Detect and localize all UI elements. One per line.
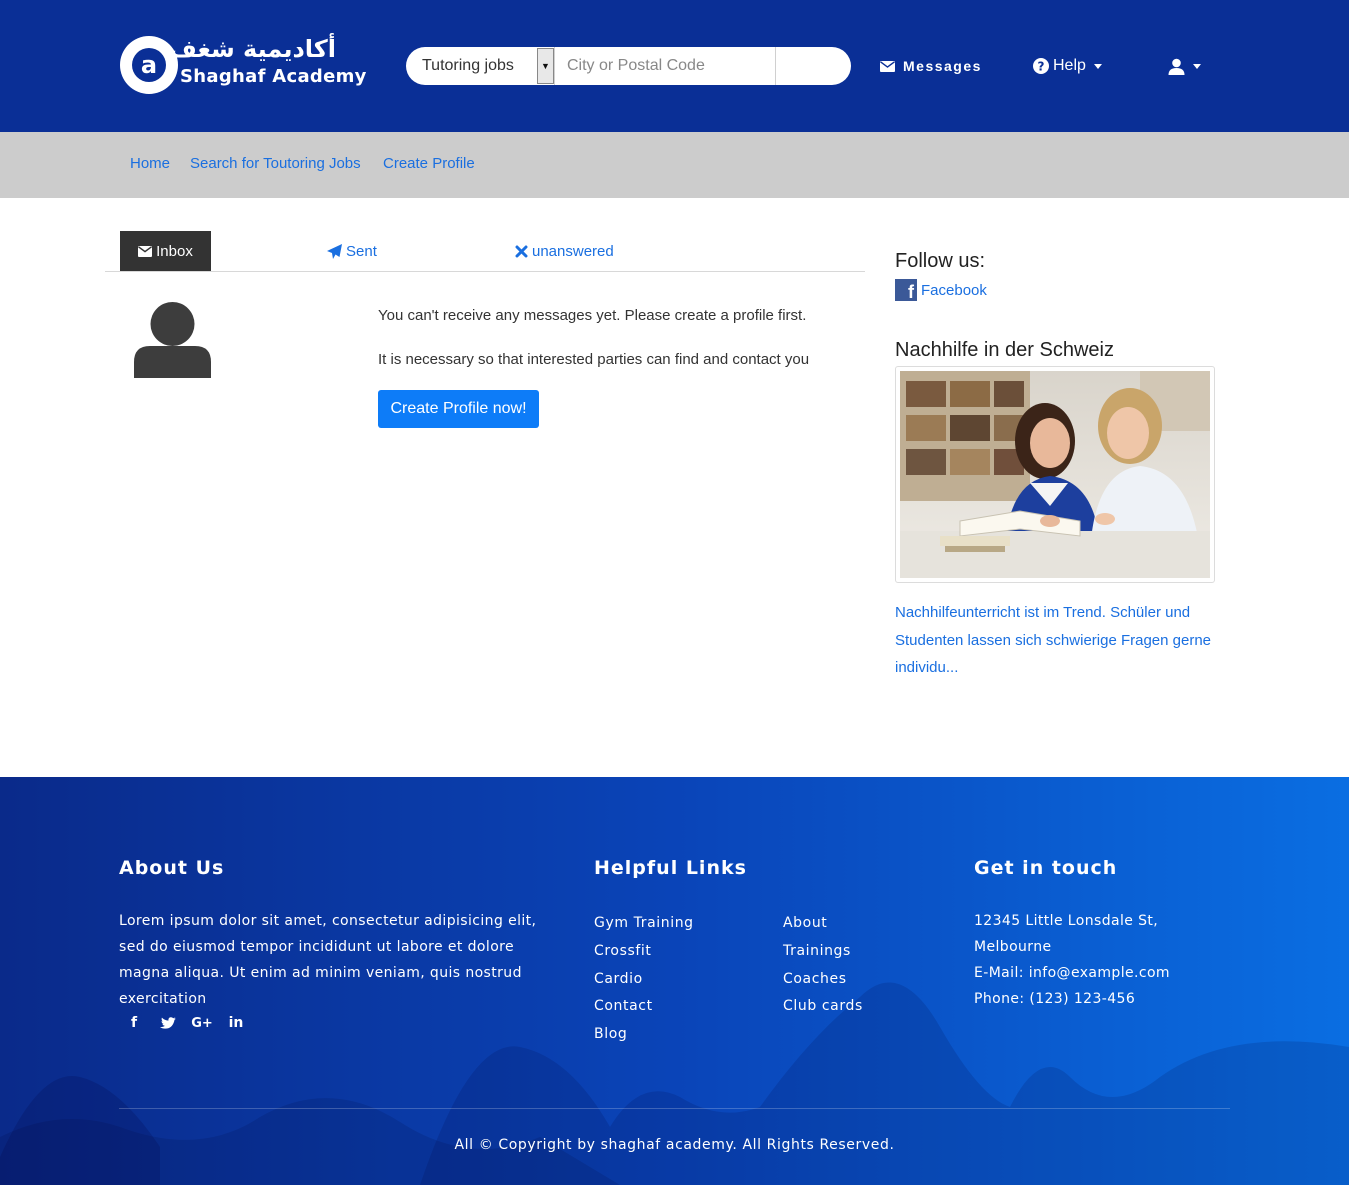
chevron-down-icon bbox=[1193, 63, 1201, 69]
footer-link-blog[interactable]: Blog bbox=[594, 1024, 627, 1044]
nav-help-label: Help bbox=[1053, 57, 1086, 74]
job-search-bar: Tutoring jobs ▼ bbox=[406, 47, 851, 85]
footer-link-crossfit[interactable]: Crossfit bbox=[594, 941, 652, 961]
envelope-icon bbox=[138, 245, 153, 257]
footer-about-heading: About Us bbox=[119, 857, 225, 879]
facebook-link-label: Facebook bbox=[921, 281, 987, 299]
footer-link-about[interactable]: About bbox=[783, 913, 827, 933]
no-messages-notice: You can't receive any messages yet. Plea… bbox=[378, 307, 807, 324]
facebook-icon[interactable]: f bbox=[124, 1013, 144, 1033]
footer-link-contact[interactable]: Contact bbox=[594, 996, 653, 1016]
logo-latin-text: Shaghaf Academy bbox=[180, 66, 367, 87]
nav-user-dropdown[interactable] bbox=[1168, 54, 1201, 78]
footer-link-trainings[interactable]: Trainings bbox=[783, 941, 851, 961]
footer-address-line-2: Melbourne bbox=[974, 939, 1052, 955]
article-heading[interactable]: Nachhilfe in der Schweiz bbox=[895, 338, 1114, 362]
select-arrow-icon[interactable]: ▼ bbox=[537, 48, 554, 84]
footer-address-line-1: 12345 Little Lonsdale St, bbox=[974, 913, 1159, 929]
tab-inbox-label: Inbox bbox=[156, 242, 193, 260]
location-input[interactable] bbox=[554, 47, 776, 85]
nav-messages[interactable]: Messages bbox=[880, 54, 982, 78]
job-category-select[interactable]: Tutoring jobs ▼ bbox=[406, 47, 554, 85]
footer-link-club-cards[interactable]: Club cards bbox=[783, 996, 863, 1016]
follow-us-heading: Follow us: bbox=[895, 250, 986, 272]
breadcrumb-nav: Home Search for Toutoring Jobs Create Pr… bbox=[0, 132, 1349, 198]
footer-contact-heading: Get in touch bbox=[974, 857, 1118, 879]
footer-about-text: Lorem ipsum dolor sit amet, consectetur … bbox=[119, 913, 537, 1007]
footer-divider bbox=[119, 1108, 1230, 1109]
search-submit-button[interactable] bbox=[776, 47, 851, 85]
svg-text:?: ? bbox=[1038, 60, 1045, 74]
footer-links-heading: Helpful Links bbox=[594, 857, 747, 879]
job-category-value: Tutoring jobs bbox=[422, 57, 514, 74]
twitter-bird-shape bbox=[160, 1016, 176, 1029]
nav-help-dropdown[interactable]: ? Help bbox=[1033, 54, 1102, 78]
facebook-square-icon: f bbox=[895, 279, 917, 301]
article-thumbnail[interactable] bbox=[895, 366, 1215, 583]
user-icon bbox=[1168, 58, 1185, 75]
subnav-home-link[interactable]: Home bbox=[130, 154, 170, 174]
nav-messages-label: Messages bbox=[903, 58, 982, 74]
site-header: a أكاديمية شغف Shaghaf Academy Tutoring … bbox=[0, 0, 1349, 132]
tab-sent[interactable]: Sent bbox=[327, 231, 377, 271]
tab-sent-label: Sent bbox=[346, 242, 377, 260]
tabs-divider bbox=[105, 271, 865, 272]
google-plus-icon[interactable]: G+ bbox=[191, 1013, 213, 1033]
tab-unanswered[interactable]: unanswered bbox=[515, 231, 614, 271]
footer-link-cardio[interactable]: Cardio bbox=[594, 969, 643, 989]
subnav-search-jobs-link[interactable]: Search for Toutoring Jobs bbox=[190, 154, 361, 174]
envelope-icon bbox=[880, 60, 895, 72]
article-excerpt-link[interactable]: Nachhilfeunterricht ist im Trend. Schüle… bbox=[895, 599, 1215, 682]
times-icon bbox=[515, 245, 528, 257]
user-avatar-icon bbox=[134, 302, 211, 378]
tab-inbox[interactable]: Inbox bbox=[120, 231, 211, 271]
profile-required-notice: It is necessary so that interested parti… bbox=[378, 351, 810, 368]
linkedin-icon[interactable]: in bbox=[226, 1013, 246, 1033]
chevron-down-icon bbox=[1093, 63, 1102, 69]
twitter-icon[interactable] bbox=[158, 1013, 178, 1033]
create-profile-button[interactable]: Create Profile now! bbox=[378, 390, 539, 428]
footer-link-coaches[interactable]: Coaches bbox=[783, 969, 847, 989]
footer-email[interactable]: E-Mail: info@example.com bbox=[974, 963, 1170, 983]
footer-phone: Phone: (123) 123-456 bbox=[974, 991, 1136, 1007]
footer-link-gym-training[interactable]: Gym Training bbox=[594, 913, 694, 933]
shaghaf-academy-logo[interactable]: a أكاديمية شغف Shaghaf Academy bbox=[118, 32, 367, 100]
site-footer: About Us Lorem ipsum dolor sit amet, con… bbox=[0, 777, 1349, 1185]
question-circle-icon: ? bbox=[1033, 58, 1049, 74]
tab-unanswered-label: unanswered bbox=[532, 242, 614, 260]
students-studying-image bbox=[900, 371, 1210, 578]
logo-arabic-text: أكاديمية شغف bbox=[168, 35, 336, 63]
footer-copyright: All © Copyright by shaghaf academy. All … bbox=[454, 1137, 895, 1153]
facebook-link[interactable]: f Facebook bbox=[895, 279, 987, 301]
paper-plane-icon bbox=[327, 243, 342, 259]
subnav-create-profile-link[interactable]: Create Profile bbox=[383, 154, 475, 174]
